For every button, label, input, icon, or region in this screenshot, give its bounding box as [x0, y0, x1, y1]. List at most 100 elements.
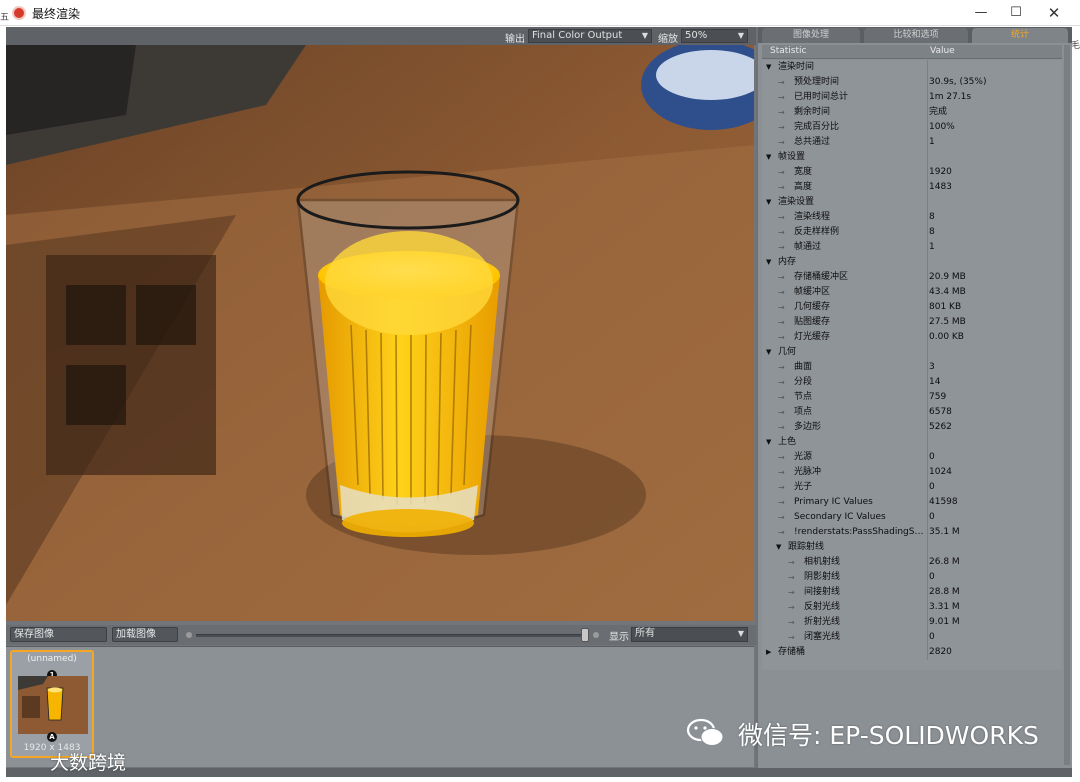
- stats-group-row[interactable]: ▼ 帧设置: [762, 150, 1062, 165]
- tree-branch-icon: →: [778, 483, 785, 492]
- chevron-down-icon: ▼: [737, 629, 744, 638]
- stats-row: → 几何缓存 801 KB: [762, 300, 1062, 315]
- watermark-text: 微信号: EP-SOLIDWORKS: [738, 721, 1039, 750]
- column-divider: [927, 195, 928, 210]
- expand-triangle-icon[interactable]: ▼: [766, 60, 771, 75]
- stats-row-label: 预处理时间: [794, 77, 840, 87]
- thumbnail-slider[interactable]: [196, 634, 588, 637]
- stats-group-row[interactable]: ▼ 内存: [762, 255, 1062, 270]
- render-thumbnail[interactable]: (unnamed) 1 A 1920 x 1483: [10, 650, 94, 758]
- column-divider: [927, 510, 928, 525]
- column-divider: [927, 105, 928, 120]
- watermark-left-text: 大数跨境: [50, 752, 127, 774]
- stats-row: → 预处理时间 30.9s, (35%): [762, 75, 1062, 90]
- save-image-button[interactable]: 保存图像: [10, 627, 107, 642]
- stats-group-row[interactable]: ▼ 渲染设置: [762, 195, 1062, 210]
- stats-row-label: 存储桶缓冲区: [794, 272, 849, 282]
- tree-branch-icon: →: [778, 513, 785, 522]
- column-divider: [927, 120, 928, 135]
- maximize-button[interactable]: ☐: [997, 2, 1035, 24]
- stats-row-label: 分段: [794, 377, 813, 387]
- stats-row-label: 几何: [778, 347, 797, 357]
- expand-triangle-icon[interactable]: ▼: [776, 540, 781, 555]
- tab-image-processing[interactable]: 图像处理: [762, 28, 860, 43]
- tree-branch-icon: →: [778, 333, 785, 342]
- stats-row-value: 0: [929, 632, 935, 642]
- stats-table-header: Statistic Value: [762, 45, 1062, 59]
- column-divider: [927, 495, 928, 510]
- tree-branch-icon: →: [778, 408, 785, 417]
- expand-triangle-icon[interactable]: ▼: [766, 255, 771, 270]
- column-divider: [927, 630, 928, 645]
- column-divider: [927, 465, 928, 480]
- zoom-select[interactable]: 50% ▼: [681, 29, 748, 43]
- column-divider: [927, 315, 928, 330]
- stats-row-value: 1: [929, 242, 935, 252]
- stats-row-label: 总共通过: [794, 137, 831, 147]
- stats-row: → 间接射线 28.8 M: [762, 585, 1062, 600]
- stats-row-value: 0.00 KB: [929, 332, 964, 342]
- stats-row: → 光子 0: [762, 480, 1062, 495]
- output-select[interactable]: Final Color Output ▼: [528, 29, 652, 43]
- stats-group-row[interactable]: ▶ 存储桶 2820: [762, 645, 1062, 660]
- show-select-value: 所有: [635, 628, 655, 639]
- stats-row: → 灯光缓存 0.00 KB: [762, 330, 1062, 345]
- tree-branch-icon: →: [778, 318, 785, 327]
- status-strip: [6, 768, 1072, 777]
- thumbnail-name: (unnamed): [27, 654, 77, 664]
- stats-row-label: 高度: [794, 182, 813, 192]
- stats-row: → 项点 6578: [762, 405, 1062, 420]
- tree-branch-icon: →: [778, 273, 785, 282]
- column-divider: [927, 435, 928, 450]
- stats-row: → 已用时间总计 1m 27.1s: [762, 90, 1062, 105]
- stats-table: ▼ 渲染时间 → 预处理时间 30.9s, (35%) → 已用时间总计 1m 27.1s → 剩…: [762, 60, 1062, 670]
- stats-row-label: 相机射线: [804, 557, 841, 567]
- tree-branch-icon: →: [778, 228, 785, 237]
- close-button[interactable]: ✕: [1035, 2, 1073, 24]
- zoom-select-value: 50%: [685, 30, 708, 41]
- stats-row-value: 41598: [929, 497, 958, 507]
- stats-row-label: 渲染线程: [794, 212, 831, 222]
- stats-row: → 光源 0: [762, 450, 1062, 465]
- stats-group-row[interactable]: ▼ 上色: [762, 435, 1062, 450]
- stats-row-value: 1: [929, 137, 935, 147]
- expand-triangle-icon[interactable]: ▼: [766, 435, 771, 450]
- column-header-value[interactable]: Value: [930, 46, 955, 56]
- column-divider: [927, 450, 928, 465]
- column-divider: [927, 555, 928, 570]
- tree-branch-icon: →: [788, 603, 795, 612]
- slider-handle[interactable]: [581, 628, 589, 642]
- tab-statistics[interactable]: 统计: [972, 28, 1068, 43]
- stats-row: → 存储桶缓冲区 20.9 MB: [762, 270, 1062, 285]
- stats-row: → 闭塞光线 0: [762, 630, 1062, 645]
- stats-row-label: 跟踪射线: [788, 542, 825, 552]
- tree-branch-icon: →: [778, 393, 785, 402]
- stats-row: → 光脉冲 1024: [762, 465, 1062, 480]
- render-window: 输出 Final Color Output ▼ 缩放 50% ▼ 保存图像 加载…: [6, 27, 1072, 777]
- show-select[interactable]: 所有 ▼: [631, 627, 748, 642]
- load-image-button[interactable]: 加载图像: [112, 627, 178, 642]
- column-divider: [927, 270, 928, 285]
- tree-branch-icon: →: [778, 423, 785, 432]
- column-divider: [927, 420, 928, 435]
- title-bar: 最终渲染 — ☐ ✕: [0, 0, 1080, 26]
- thumbnail-image: [18, 676, 88, 734]
- stats-row-value: 801 KB: [929, 302, 962, 312]
- stats-row-value: 20.9 MB: [929, 272, 966, 282]
- stats-group-row[interactable]: ▼ 渲染时间: [762, 60, 1062, 75]
- tree-branch-icon: →: [778, 123, 785, 132]
- column-header-statistic[interactable]: Statistic: [770, 46, 806, 56]
- expand-triangle-icon[interactable]: ▼: [766, 345, 771, 360]
- stats-row-value: 9.01 M: [929, 617, 960, 627]
- tree-branch-icon: →: [788, 588, 795, 597]
- stats-group-row[interactable]: ▼ 跟踪射线: [762, 540, 1062, 555]
- pane-splitter[interactable]: [1064, 45, 1070, 765]
- stats-row-label: 多边形: [794, 422, 822, 432]
- column-divider: [927, 345, 928, 360]
- tab-compare-options[interactable]: 比较和选项: [864, 28, 968, 43]
- collapse-triangle-icon[interactable]: ▶: [766, 645, 771, 660]
- stats-group-row[interactable]: ▼ 几何: [762, 345, 1062, 360]
- minimize-button[interactable]: —: [962, 2, 1000, 24]
- expand-triangle-icon[interactable]: ▼: [766, 150, 771, 165]
- expand-triangle-icon[interactable]: ▼: [766, 195, 771, 210]
